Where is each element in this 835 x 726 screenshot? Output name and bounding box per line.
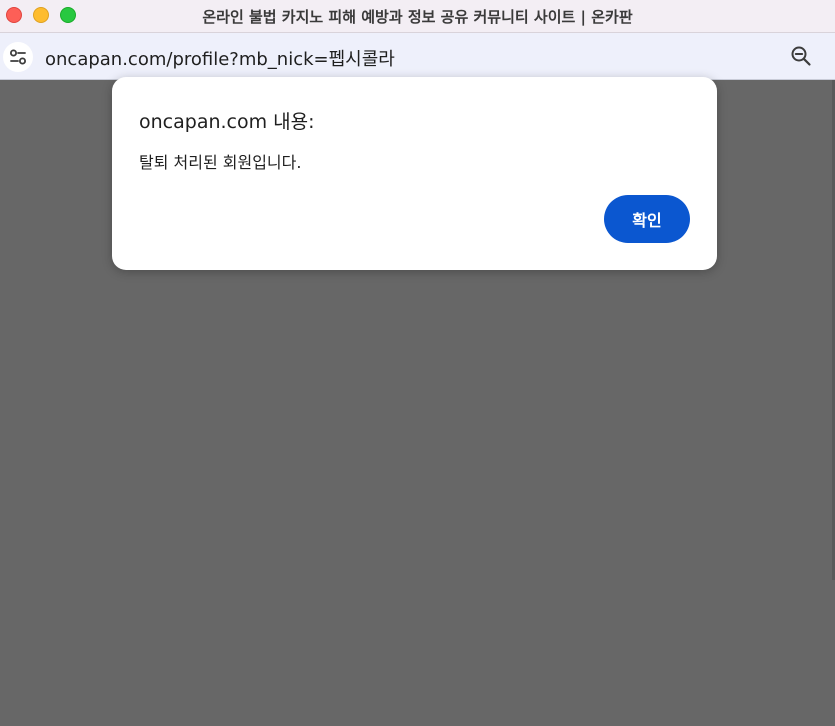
ok-button[interactable]: 확인 (604, 195, 690, 243)
window-title: 온라인 불법 카지노 피해 예방과 정보 공유 커뮤니티 사이트 | 온카판 (202, 8, 633, 26)
close-window-button[interactable] (6, 7, 22, 23)
zoom-out-icon (791, 46, 811, 66)
minimize-window-button[interactable] (33, 7, 49, 23)
dialog-title: oncapan.com 내용: (139, 111, 315, 133)
site-info-button[interactable] (3, 42, 33, 72)
url-text[interactable]: oncapan.com/profile?mb_nick=펩시콜라 (45, 45, 395, 71)
address-bar: oncapan.com/profile?mb_nick=펩시콜라 (0, 33, 835, 80)
tune-icon (10, 49, 26, 65)
browser-window: 온라인 불법 카지노 피해 예방과 정보 공유 커뮤니티 사이트 | 온카판 o… (0, 0, 835, 726)
maximize-window-button[interactable] (60, 7, 76, 23)
dialog-message: 탈퇴 처리된 회원입니다. (139, 153, 302, 172)
title-bar: 온라인 불법 카지노 피해 예방과 정보 공유 커뮤니티 사이트 | 온카판 (0, 0, 835, 33)
alert-dialog: oncapan.com 내용: 탈퇴 처리된 회원입니다. 확인 (112, 77, 717, 270)
zoom-button[interactable] (789, 44, 813, 68)
